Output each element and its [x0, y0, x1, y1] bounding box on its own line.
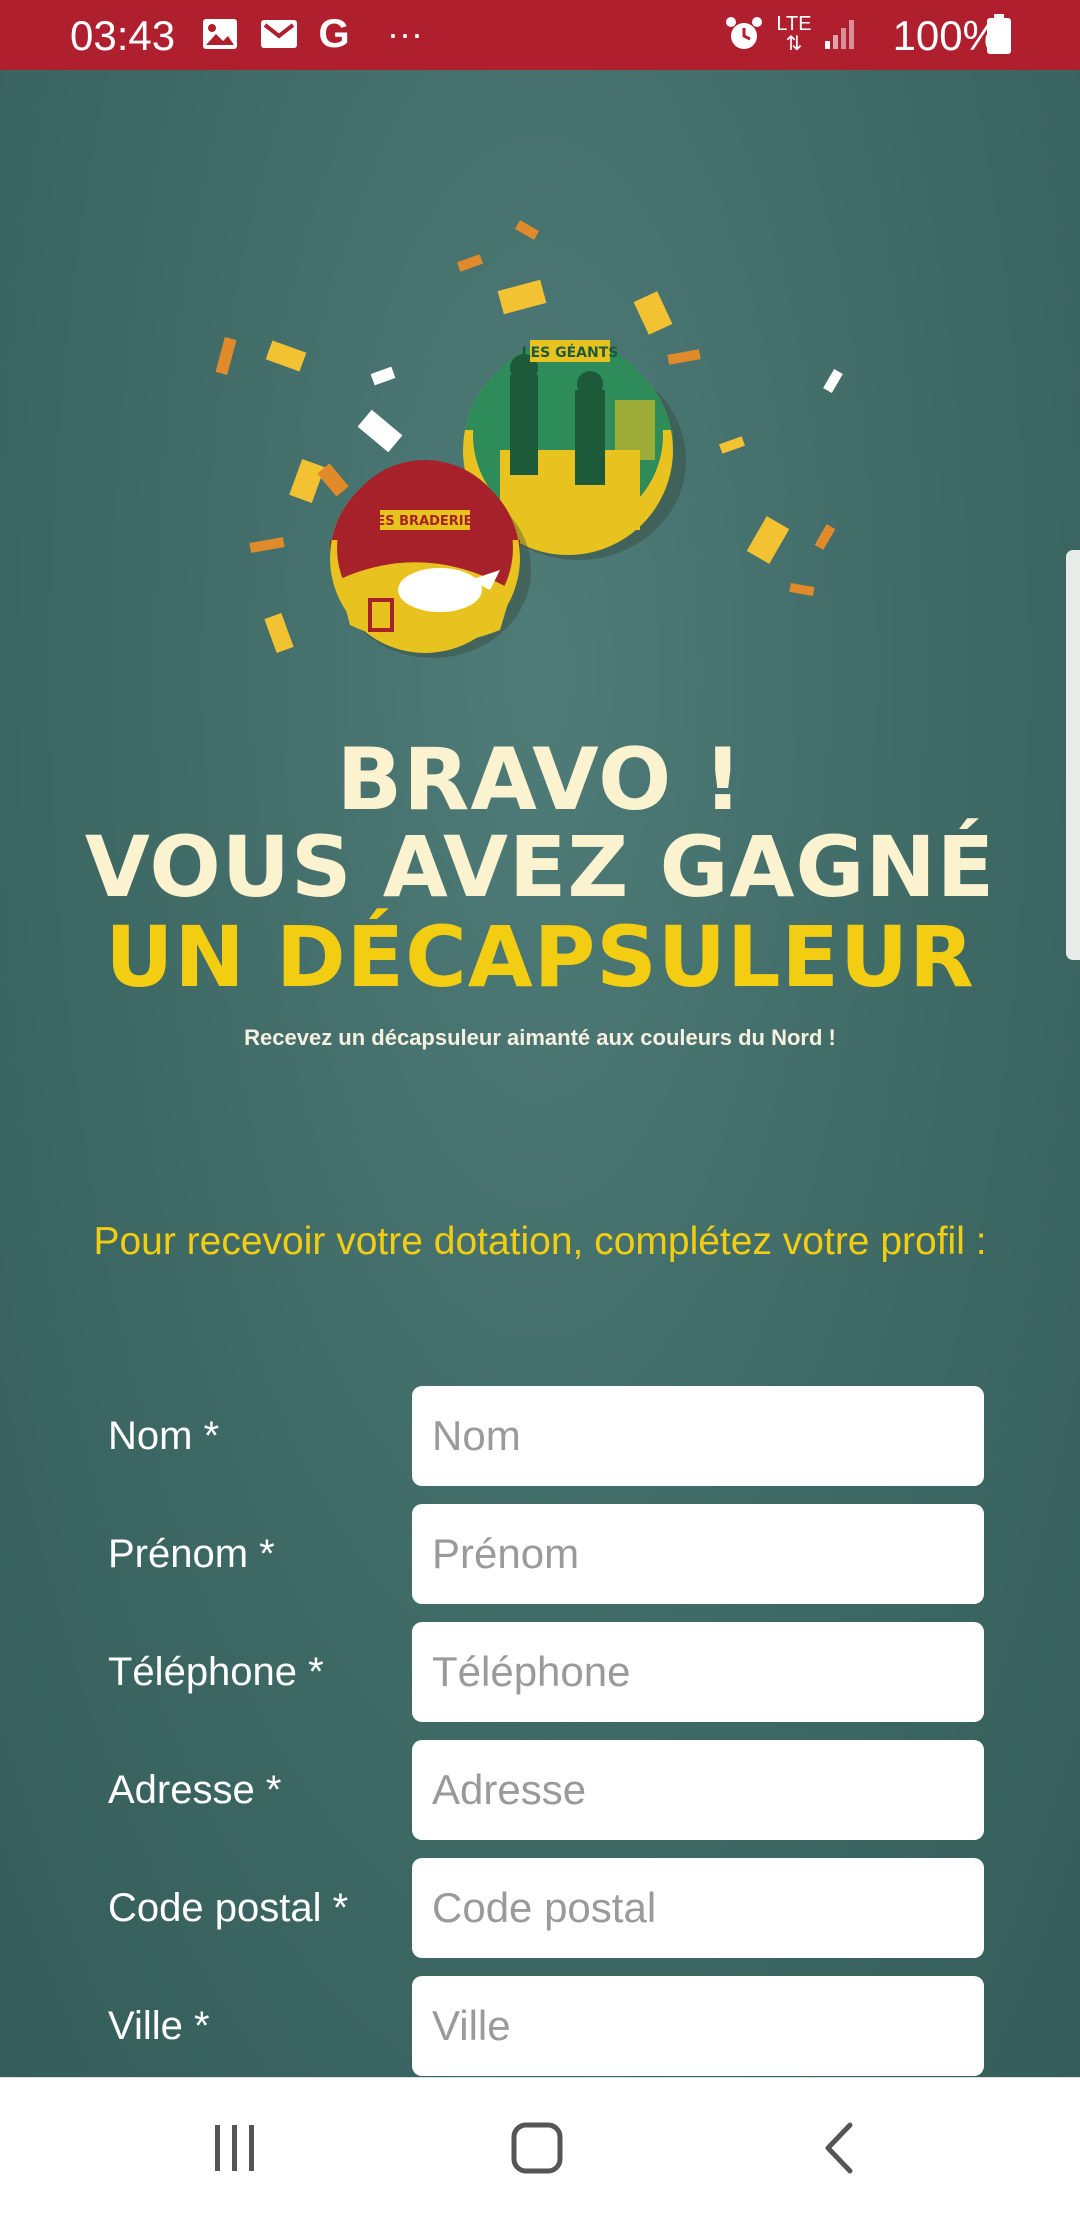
status-time: 03:43	[70, 12, 176, 59]
page-content: LES GÉANTS LES BRADERIES BRAVO ! VOUS AV…	[0, 70, 1080, 2077]
gmail-icon	[258, 14, 300, 54]
title-vous-avez-gagne: VOUS AVEZ GAGNÉ	[84, 818, 996, 916]
scroll-handle[interactable]	[1066, 550, 1080, 960]
form-prompt: Pour recevoir votre dotation, complétez …	[93, 1220, 987, 1263]
battery-icon	[984, 14, 1014, 54]
prize-description: Recevez un décapsuleur aimanté aux coule…	[244, 1025, 836, 1050]
title-prize: UN DÉCAPSULEUR	[105, 908, 975, 1006]
adresse-input[interactable]	[412, 1740, 984, 1840]
prenom-input[interactable]	[412, 1504, 984, 1604]
back-icon[interactable]	[790, 2108, 890, 2188]
lte-icon: LTE ⇅	[776, 13, 812, 55]
form-row-telephone: Téléphone *	[0, 1622, 1080, 1722]
signal-icon	[822, 14, 858, 54]
form-row-prenom: Prénom *	[0, 1504, 1080, 1604]
telephone-input[interactable]	[412, 1622, 984, 1722]
prenom-label: Prénom *	[108, 1532, 275, 1576]
code-postal-input[interactable]	[412, 1858, 984, 1958]
form-row-ville: Ville *	[0, 1976, 1080, 2076]
svg-text:LES BRADERIES: LES BRADERIES	[368, 514, 482, 529]
svg-text:LES GÉANTS: LES GÉANTS	[522, 344, 619, 361]
image-icon	[200, 14, 240, 54]
code-postal-label: Code postal *	[108, 1886, 349, 1930]
alarm-icon	[724, 14, 764, 54]
google-icon: G	[318, 11, 350, 56]
ville-label: Ville *	[108, 2004, 210, 2048]
title-bravo: BRAVO !	[336, 730, 744, 830]
form-row-code-postal: Code postal *	[0, 1858, 1080, 1958]
ville-input[interactable]	[412, 1976, 984, 2076]
nom-label: Nom *	[108, 1414, 220, 1458]
adresse-label: Adresse *	[108, 1768, 282, 1812]
home-icon[interactable]	[487, 2108, 587, 2188]
navigation-bar	[0, 2077, 1080, 2221]
nom-input[interactable]	[412, 1386, 984, 1486]
recent-apps-icon[interactable]	[185, 2108, 285, 2188]
more-dots-icon: ···	[387, 13, 423, 54]
prize-illustration: LES GÉANTS LES BRADERIES	[215, 220, 843, 658]
form-row-nom: Nom *	[0, 1386, 1080, 1486]
status-bar: 03:43 G ··· LTE ⇅ 100%	[0, 0, 1080, 70]
form-row-adresse: Adresse *	[0, 1740, 1080, 1840]
telephone-label: Téléphone *	[108, 1650, 324, 1694]
